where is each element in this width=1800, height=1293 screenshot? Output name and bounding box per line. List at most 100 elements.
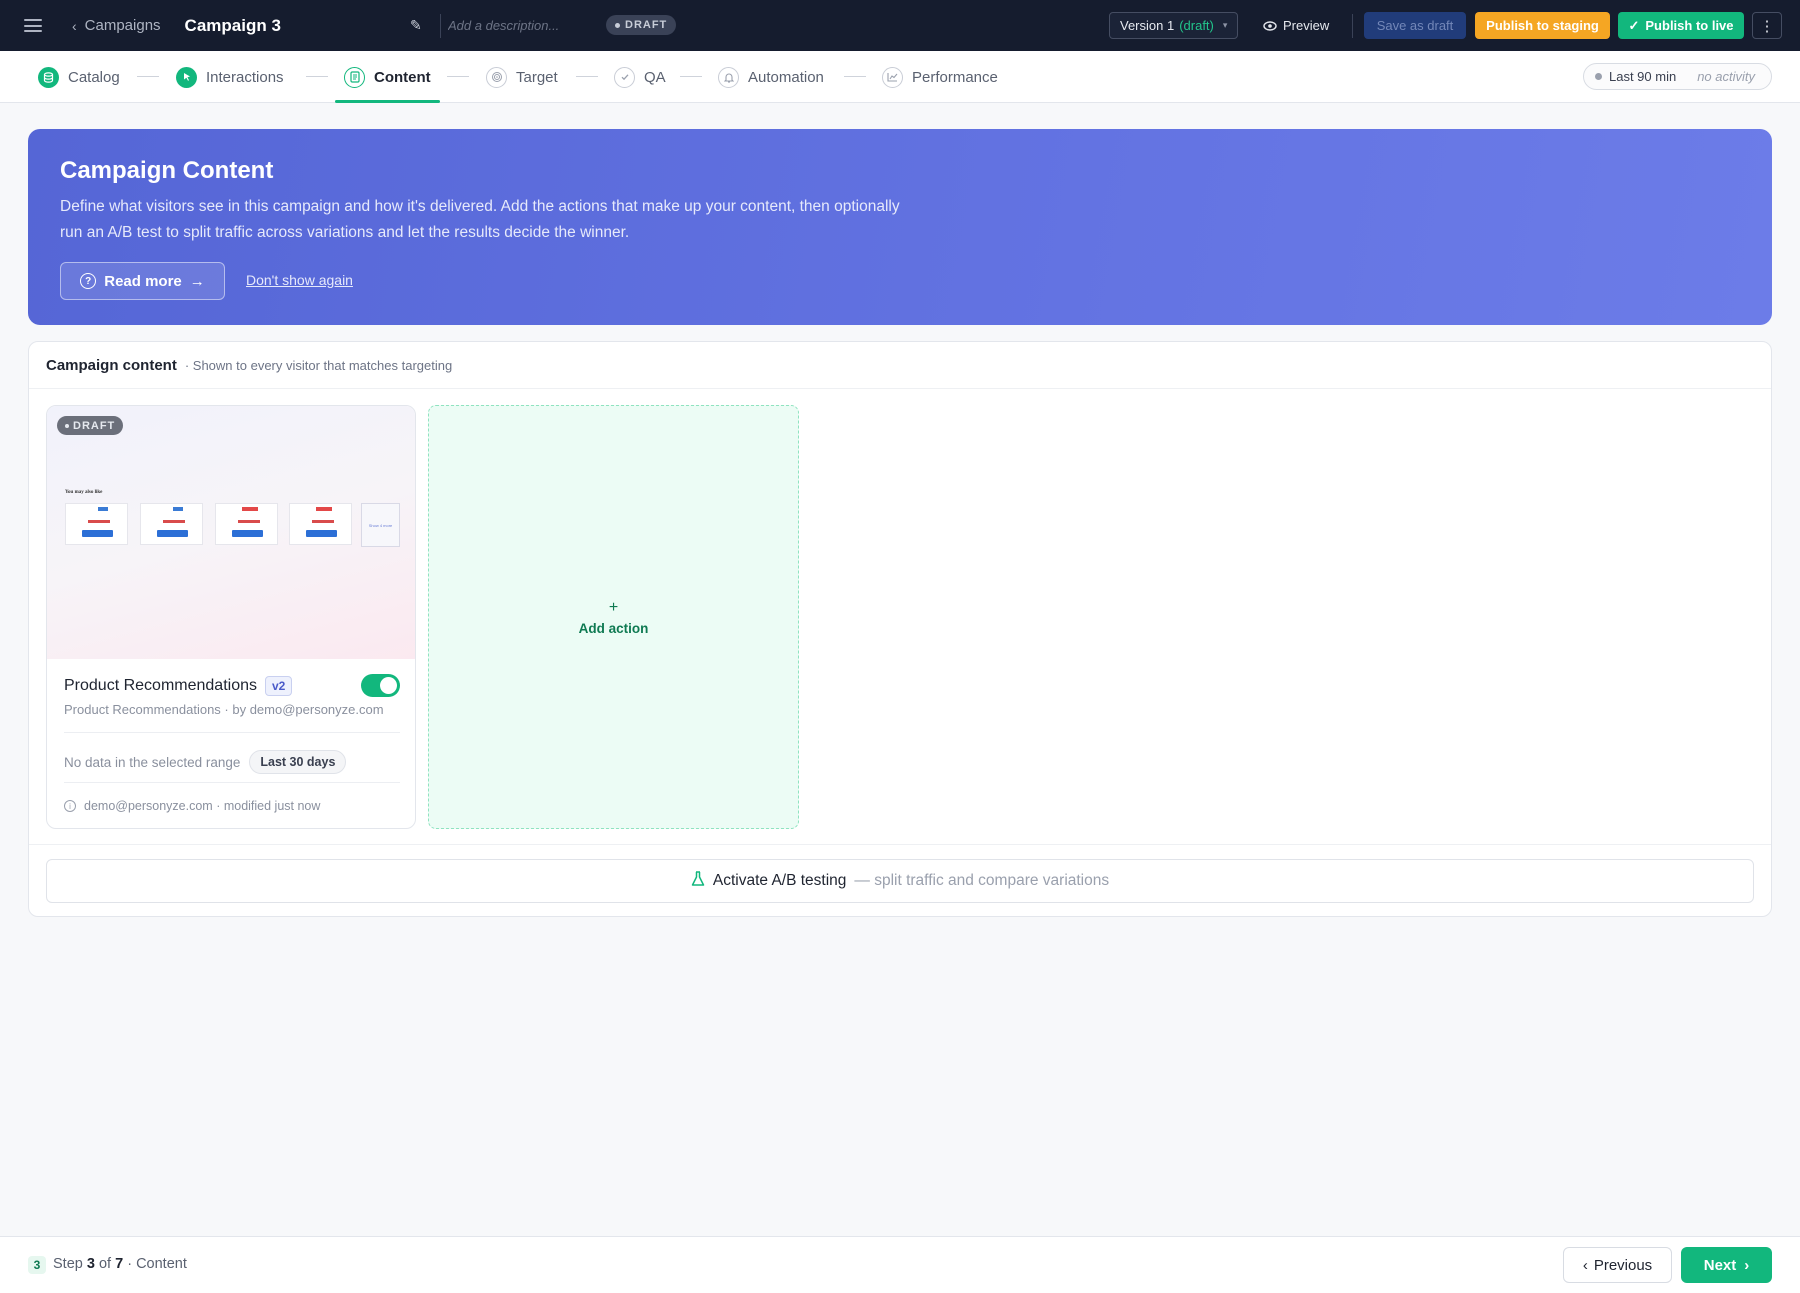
back-label: Campaigns xyxy=(84,17,161,34)
more-options-icon[interactable]: ⋮ xyxy=(1752,12,1782,39)
status-badge-label: DRAFT xyxy=(625,19,668,31)
step-connector xyxy=(137,76,159,77)
page-title: Campaign Content xyxy=(60,157,274,184)
chevron-left-icon: ‹ xyxy=(72,17,77,34)
check-circle-icon xyxy=(614,66,635,88)
step-total: 7 xyxy=(115,1256,124,1272)
dot-icon xyxy=(65,423,69,428)
step-label: Target xyxy=(516,68,558,86)
divider xyxy=(440,14,441,38)
chart-icon xyxy=(882,66,903,88)
dot-icon xyxy=(615,22,620,28)
campaign-content-panel: Campaign content · Shown to every visito… xyxy=(28,341,1772,917)
step-label: QA xyxy=(644,68,666,86)
activity-range: Last 90 min xyxy=(1609,69,1677,84)
arrow-right-icon: → xyxy=(189,272,205,290)
step-interactions[interactable]: Interactions xyxy=(176,51,284,103)
next-button[interactable]: Next › xyxy=(1681,1247,1772,1283)
divider xyxy=(64,732,400,733)
step-name: · Content xyxy=(127,1256,187,1272)
preview-heading: You may also like xyxy=(65,490,103,495)
target-icon xyxy=(486,66,507,88)
version-label: Version 1 xyxy=(1120,18,1175,33)
publish-to-staging-button[interactable]: Publish to staging xyxy=(1475,12,1610,39)
preview-button[interactable]: Preview xyxy=(1263,12,1329,39)
toggle-knob xyxy=(380,677,397,694)
back-to-campaigns-link[interactable]: ‹ Campaigns xyxy=(72,17,161,34)
no-data-text: No data in the selected range xyxy=(64,754,241,770)
step-current: 3 xyxy=(86,1256,95,1272)
dont-show-again-link[interactable]: Don't show again xyxy=(246,272,353,288)
catalog-icon xyxy=(38,66,59,88)
ab-testing-label: Activate A/B testing xyxy=(712,872,847,889)
divider xyxy=(64,782,400,783)
step-qa[interactable]: QA xyxy=(614,51,666,103)
eye-icon xyxy=(1263,20,1277,31)
step-label: Catalog xyxy=(68,68,120,86)
divider xyxy=(29,844,1771,845)
of-word: of xyxy=(98,1256,112,1272)
step-automation[interactable]: Automation xyxy=(718,51,824,103)
step-word: Step xyxy=(53,1256,83,1272)
preview-product xyxy=(140,503,203,545)
step-label: Interactions xyxy=(206,68,284,86)
modified-text: demo@personyze.com · modified just now xyxy=(84,799,321,813)
previous-label: Previous xyxy=(1593,1256,1653,1274)
panel-subtitle: · Shown to every visitor that matches ta… xyxy=(184,357,453,373)
step-performance[interactable]: Performance xyxy=(882,51,998,103)
document-icon xyxy=(344,66,365,88)
step-label: Content xyxy=(374,68,431,86)
step-connector xyxy=(576,76,598,77)
help-icon: ? xyxy=(80,273,97,289)
draft-badge-label: DRAFT xyxy=(73,419,116,432)
panel-title: Campaign content xyxy=(46,356,177,374)
activity-status: no activity xyxy=(1697,69,1756,84)
action-enabled-toggle[interactable] xyxy=(361,674,400,697)
save-as-draft-button[interactable]: Save as draft xyxy=(1364,12,1466,39)
activate-ab-testing-button[interactable]: Activate A/B testing — split traffic and… xyxy=(46,859,1754,903)
date-range-pill[interactable]: Last 30 days xyxy=(249,750,347,774)
action-preview-thumbnail[interactable]: DRAFT You may also like Show 4 more xyxy=(47,406,415,659)
bell-icon xyxy=(718,66,739,88)
previous-button[interactable]: ‹ Previous xyxy=(1563,1247,1672,1283)
publish-live-label: Publish to live xyxy=(1645,18,1734,33)
status-badge: DRAFT xyxy=(606,15,677,35)
current-step-badge: 3 xyxy=(28,1256,46,1274)
description-input[interactable] xyxy=(448,13,598,37)
divider xyxy=(1352,14,1353,38)
action-card[interactable]: DRAFT You may also like Show 4 more Prod… xyxy=(46,405,416,829)
edit-pencil-icon[interactable]: ✎ xyxy=(410,17,426,33)
chevron-right-icon: › xyxy=(1744,1256,1750,1274)
check-icon: ✓ xyxy=(1628,17,1640,33)
preview-label: Preview xyxy=(1283,18,1330,33)
panel-header: Campaign content · Shown to every visito… xyxy=(29,342,1771,389)
step-target[interactable]: Target xyxy=(486,51,558,103)
add-action-button[interactable]: + Add action xyxy=(428,405,799,829)
action-subtitle: Product Recommendations · by demo@person… xyxy=(64,702,384,717)
campaign-title[interactable]: Campaign 3 xyxy=(185,16,281,36)
step-content[interactable]: Content xyxy=(335,51,440,103)
version-state: (draft) xyxy=(1179,18,1214,33)
step-label: Automation xyxy=(748,68,824,86)
version-select[interactable]: Version 1 (draft) ▾ xyxy=(1109,12,1239,39)
read-more-button[interactable]: ? Read more → xyxy=(60,262,225,300)
step-connector xyxy=(680,76,702,77)
step-catalog[interactable]: Catalog xyxy=(38,51,120,103)
action-name-row: Product Recommendations v2 xyxy=(64,676,293,696)
plus-icon: + xyxy=(608,598,619,616)
version-badge: v2 xyxy=(264,676,293,696)
wizard-steps: Catalog Interactions Content Target QA A… xyxy=(0,51,1800,103)
preview-product xyxy=(289,503,352,545)
chevron-left-icon: ‹ xyxy=(1582,1256,1588,1274)
preview-more: Show 4 more xyxy=(361,503,400,547)
read-more-label: Read more xyxy=(104,272,182,290)
status-dot-icon xyxy=(1595,73,1602,80)
activity-range-pill[interactable]: Last 90 min no activity xyxy=(1583,63,1772,90)
step-connector xyxy=(306,76,328,77)
menu-icon[interactable] xyxy=(24,19,42,32)
add-action-label: Add action xyxy=(578,620,649,636)
preview-product xyxy=(215,503,278,545)
action-name: Product Recommendations xyxy=(64,677,257,694)
publish-to-live-button[interactable]: ✓ Publish to live xyxy=(1618,12,1744,39)
intro-banner: Campaign Content Define what visitors se… xyxy=(28,129,1772,325)
